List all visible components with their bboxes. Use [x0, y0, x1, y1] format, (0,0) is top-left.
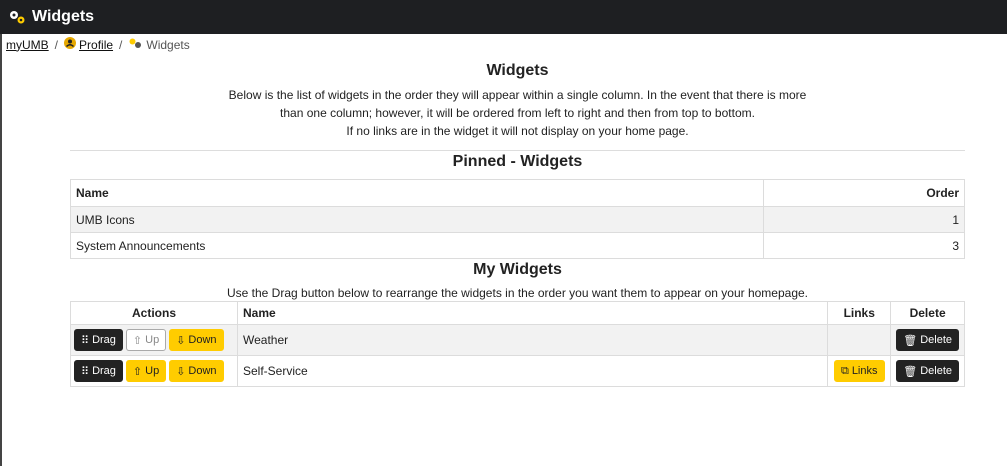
- intro-line: Below is the list of widgets in the orde…: [228, 88, 807, 102]
- up-button[interactable]: ⇧ Up: [125, 329, 167, 351]
- drag-label: Drag: [92, 334, 116, 346]
- user-circle-icon: [64, 37, 77, 52]
- column-header-links: Links: [827, 301, 892, 325]
- row-actions: ⠿ Drag ⇧ Up ⇩ Down: [70, 355, 238, 387]
- table-row: ⠿ Drag ⇧ Up ⇩ Down Self-Service ⧉ Links: [70, 355, 965, 387]
- my-widgets-title: My Widgets: [473, 261, 562, 278]
- trash-icon: 🗑: [903, 365, 918, 378]
- delete-button[interactable]: 🗑 Delete: [896, 329, 959, 351]
- widget-name: Self-Service: [236, 355, 829, 387]
- trash-icon: 🗑: [903, 334, 918, 347]
- intro-text: Below is the list of widgets in the orde…: [70, 86, 965, 140]
- breadcrumb: myUMB / Profile / Widgets: [6, 37, 190, 52]
- links-cell: [827, 324, 892, 356]
- pinned-widgets-title: Pinned - Widgets: [452, 153, 583, 170]
- widget-name: Weather: [236, 324, 829, 356]
- widget-name: System Announcements: [70, 232, 764, 259]
- delete-cell: 🗑 Delete: [890, 355, 965, 387]
- table-row: UMB Icons 1: [70, 206, 965, 233]
- grip-icon: ⠿: [81, 334, 90, 347]
- delete-label: Delete: [920, 365, 952, 377]
- links-cell: ⧉ Links: [827, 355, 892, 387]
- arrow-down-icon: ⇩: [176, 365, 186, 378]
- grip-icon: ⠿: [81, 365, 90, 378]
- delete-cell: 🗑 Delete: [890, 324, 965, 356]
- gears-icon: [128, 37, 142, 52]
- up-label: Up: [145, 334, 160, 346]
- my-widgets-table: Actions Name Links Delete ⠿ Drag ⇧ Up ⇩ …: [70, 301, 965, 387]
- external-link-icon: ⧉: [840, 364, 849, 377]
- pinned-widgets-table: Name Order UMB Icons 1 System Announceme…: [70, 179, 965, 259]
- column-header-delete: Delete: [890, 301, 965, 325]
- table-row: System Announcements 3: [70, 232, 965, 259]
- gears-icon: [8, 9, 26, 25]
- column-header-actions: Actions: [70, 301, 238, 325]
- column-header-name: Name: [70, 179, 764, 207]
- drag-button[interactable]: ⠿ Drag: [74, 329, 123, 351]
- links-button[interactable]: ⧉ Links: [833, 360, 885, 382]
- app-title: Widgets: [32, 8, 95, 25]
- intro-line: If no links are in the widget it will no…: [346, 124, 689, 138]
- down-label: Down: [188, 334, 217, 346]
- drag-hint-text: Use the Drag button below to rearrange t…: [226, 286, 809, 300]
- breadcrumb-current: Widgets: [146, 37, 190, 52]
- drag-button[interactable]: ⠿ Drag: [74, 360, 123, 382]
- table-header-row: Actions Name Links Delete: [70, 301, 965, 325]
- widget-order: 3: [763, 232, 965, 259]
- up-button[interactable]: ⇧ Up: [125, 360, 167, 382]
- links-label: Links: [851, 365, 878, 377]
- down-button[interactable]: ⇩ Down: [169, 329, 224, 351]
- left-border: [0, 34, 2, 466]
- column-header-name: Name: [236, 301, 829, 325]
- drag-label: Drag: [92, 365, 116, 377]
- up-label: Up: [145, 365, 160, 377]
- window-titlebar: Widgets: [0, 0, 1007, 34]
- arrow-down-icon: ⇩: [176, 334, 186, 347]
- arrow-up-icon: ⇧: [132, 334, 143, 347]
- breadcrumb-profile-link[interactable]: Profile: [79, 38, 113, 52]
- arrow-up-icon: ⇧: [132, 365, 143, 378]
- table-row: ⠿ Drag ⇧ Up ⇩ Down Weather 🗑 Delete: [70, 324, 965, 356]
- column-header-order: Order: [763, 179, 965, 207]
- intro-line: than one column; however, it will be ord…: [280, 106, 755, 120]
- down-label: Down: [188, 365, 217, 377]
- breadcrumb-separator: /: [119, 37, 123, 52]
- widget-order: 1: [763, 206, 965, 233]
- table-header-row: Name Order: [70, 179, 965, 207]
- main-content: Widgets Below is the list of widgets in …: [70, 60, 965, 387]
- delete-button[interactable]: 🗑 Delete: [896, 360, 959, 382]
- breadcrumb-home-link[interactable]: myUMB: [6, 38, 49, 52]
- row-actions: ⠿ Drag ⇧ Up ⇩ Down: [70, 324, 238, 356]
- page-title: Widgets: [486, 62, 549, 79]
- breadcrumb-separator: /: [54, 37, 59, 52]
- delete-label: Delete: [920, 334, 952, 346]
- down-button[interactable]: ⇩ Down: [169, 360, 224, 382]
- widget-name: UMB Icons: [70, 206, 764, 233]
